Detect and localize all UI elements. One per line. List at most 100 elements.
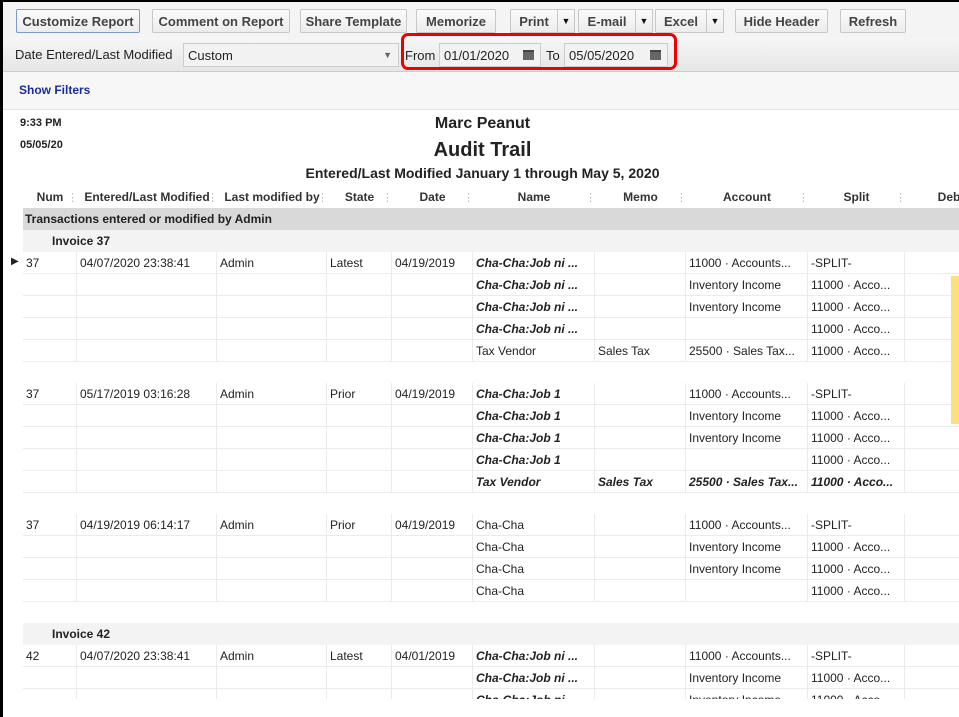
table-cell-memo — [595, 318, 686, 340]
column-header-4[interactable]: Date — [392, 186, 473, 208]
table-cell-state — [327, 274, 392, 296]
table-cell-last-modified-by: Admin — [217, 383, 327, 405]
table-cell-state — [327, 580, 392, 602]
refresh-button[interactable]: Refresh — [840, 9, 906, 33]
table-row[interactable]: Tax VendorSales Tax25500 · Sales Tax...1… — [23, 471, 959, 493]
column-header-5[interactable]: Name — [473, 186, 595, 208]
table-cell-entered-last-modified — [77, 667, 217, 689]
table-row[interactable]: Cha-Cha:Job 111000 · Acco... — [23, 449, 959, 471]
table-cell-num — [23, 405, 77, 427]
memorize-button[interactable]: Memorize — [416, 9, 496, 33]
table-cell-date — [392, 449, 473, 471]
column-header-6[interactable]: Memo — [595, 186, 686, 208]
table-cell-name: Cha-Cha:Job 1 — [473, 383, 595, 405]
table-cell-account: 11000 · Accounts... — [686, 383, 808, 405]
table-cell-split: 11000 · Acco... — [808, 471, 905, 493]
print-dropdown-icon[interactable]: ▼ — [557, 9, 575, 33]
report-subtitle-text: Entered/Last Modified January 1 through … — [306, 165, 660, 181]
table-row[interactable]: Tax VendorSales Tax25500 · Sales Tax...1… — [23, 340, 959, 362]
current-row-arrow-icon: ▶ — [11, 256, 19, 267]
table-cell-split: -SPLIT- — [808, 252, 905, 274]
excel-button[interactable]: Excel — [655, 9, 707, 33]
column-header-1[interactable]: Entered/Last Modified — [77, 186, 217, 208]
table-cell-num — [23, 667, 77, 689]
invoice-group-header: Invoice 37 — [23, 230, 959, 252]
print-button[interactable]: Print — [510, 9, 558, 33]
table-cell-name: Cha-Cha — [473, 580, 595, 602]
table-row[interactable]: Cha-Cha:Job 1Inventory Income11000 · Acc… — [23, 405, 959, 427]
table-row[interactable]: Cha-Cha:Job 1Inventory Income11000 · Acc… — [23, 427, 959, 449]
table-cell-memo — [595, 296, 686, 318]
table-cell-last-modified-by — [217, 536, 327, 558]
table-row[interactable]: Cha-Cha:Job ni ...Inventory Income11000 … — [23, 296, 959, 318]
table-cell-last-modified-by — [217, 340, 327, 362]
email-button[interactable]: E-mail — [578, 9, 636, 33]
table-row[interactable]: Cha-ChaInventory Income11000 · Acco... — [23, 536, 959, 558]
table-cell-state — [327, 558, 392, 580]
table-cell-memo — [595, 514, 686, 536]
column-header-7[interactable]: Account — [686, 186, 808, 208]
table-cell-entered-last-modified — [77, 274, 217, 296]
table-cell-split: -SPLIT- — [808, 514, 905, 536]
table-cell-date — [392, 536, 473, 558]
date-range-value: Custom — [188, 48, 233, 63]
table-cell-split: -SPLIT- — [808, 645, 905, 667]
table-row[interactable]: 3704/07/2020 23:38:41AdminLatest04/19/20… — [23, 252, 959, 274]
note-flag[interactable] — [951, 276, 959, 424]
table-cell-name: Cha-Cha:Job 1 — [473, 405, 595, 427]
table-cell-memo — [595, 667, 686, 689]
column-header-8[interactable]: Split — [808, 186, 905, 208]
email-dropdown-icon[interactable]: ▼ — [635, 9, 653, 33]
table-cell-account: 11000 · Accounts... — [686, 252, 808, 274]
table-row[interactable]: Cha-Cha:Job ni ...11000 · Acco... — [23, 318, 959, 340]
table-cell-account: 11000 · Accounts... — [686, 514, 808, 536]
invoice-group-header: Invoice 42 — [23, 623, 959, 645]
comment-on-report-button[interactable]: Comment on Report — [152, 9, 290, 33]
table-cell-date — [392, 471, 473, 493]
table-cell-deb — [905, 449, 959, 471]
hide-header-button[interactable]: Hide Header — [735, 9, 828, 33]
table-row[interactable]: Cha-Cha:Job ni ...Inventory Income11000 … — [23, 667, 959, 689]
table-cell-entered-last-modified — [77, 536, 217, 558]
table-cell-name: Cha-Cha:Job ni ... — [473, 645, 595, 667]
table-cell-split: 11000 · Acco... — [808, 340, 905, 362]
column-header-9[interactable]: Deb — [905, 186, 959, 208]
excel-dropdown-icon[interactable]: ▼ — [706, 9, 724, 33]
customize-report-button[interactable]: Customize Report — [16, 9, 140, 33]
table-cell-deb — [905, 514, 959, 536]
table-cell-account: Inventory Income — [686, 536, 808, 558]
table-cell-entered-last-modified: 04/07/2020 23:38:41 — [77, 645, 217, 667]
table-cell-last-modified-by — [217, 405, 327, 427]
table-cell-state — [327, 536, 392, 558]
column-header-2[interactable]: Last modified by — [217, 186, 327, 208]
bottom-blank — [3, 699, 959, 717]
table-cell-split: 11000 · Acco... — [808, 580, 905, 602]
table-cell-entered-last-modified — [77, 449, 217, 471]
table-row[interactable]: 3705/17/2019 03:16:28AdminPrior04/19/201… — [23, 383, 959, 405]
table-row[interactable]: 4204/07/2020 23:38:41AdminLatest04/01/20… — [23, 645, 959, 667]
table-cell-split: 11000 · Acco... — [808, 558, 905, 580]
table-cell-last-modified-by — [217, 274, 327, 296]
table-cell-num — [23, 296, 77, 318]
filters-bar: Show Filters — [3, 72, 959, 110]
table-cell-name: Cha-Cha — [473, 558, 595, 580]
table-row[interactable]: 3704/19/2019 06:14:17AdminPrior04/19/201… — [23, 514, 959, 536]
table-row[interactable]: Cha-ChaInventory Income11000 · Acco... — [23, 558, 959, 580]
table-cell-split: 11000 · Acco... — [808, 667, 905, 689]
table-cell-account — [686, 449, 808, 471]
table-cell-last-modified-by — [217, 427, 327, 449]
table-cell-entered-last-modified: 04/19/2019 06:14:17 — [77, 514, 217, 536]
date-range-select[interactable]: Custom▼ — [183, 43, 399, 67]
table-row[interactable]: Cha-Cha 11000 · Acco... — [23, 580, 959, 602]
show-filters-link[interactable]: Show Filters — [19, 83, 90, 97]
table-cell-state — [327, 296, 392, 318]
table-cell-name: Cha-Cha:Job ni ... — [473, 274, 595, 296]
table-cell-entered-last-modified — [77, 580, 217, 602]
table-row[interactable]: Cha-Cha:Job ni ...Inventory Income11000 … — [23, 274, 959, 296]
table-cell-name: Cha-Cha:Job 1 — [473, 449, 595, 471]
share-template-button[interactable]: Share Template — [300, 9, 407, 33]
table-cell-num — [23, 471, 77, 493]
table-cell-name: Cha-Cha:Job ni ... — [473, 296, 595, 318]
table-cell-date — [392, 274, 473, 296]
table-cell-name: Tax Vendor — [473, 471, 595, 493]
